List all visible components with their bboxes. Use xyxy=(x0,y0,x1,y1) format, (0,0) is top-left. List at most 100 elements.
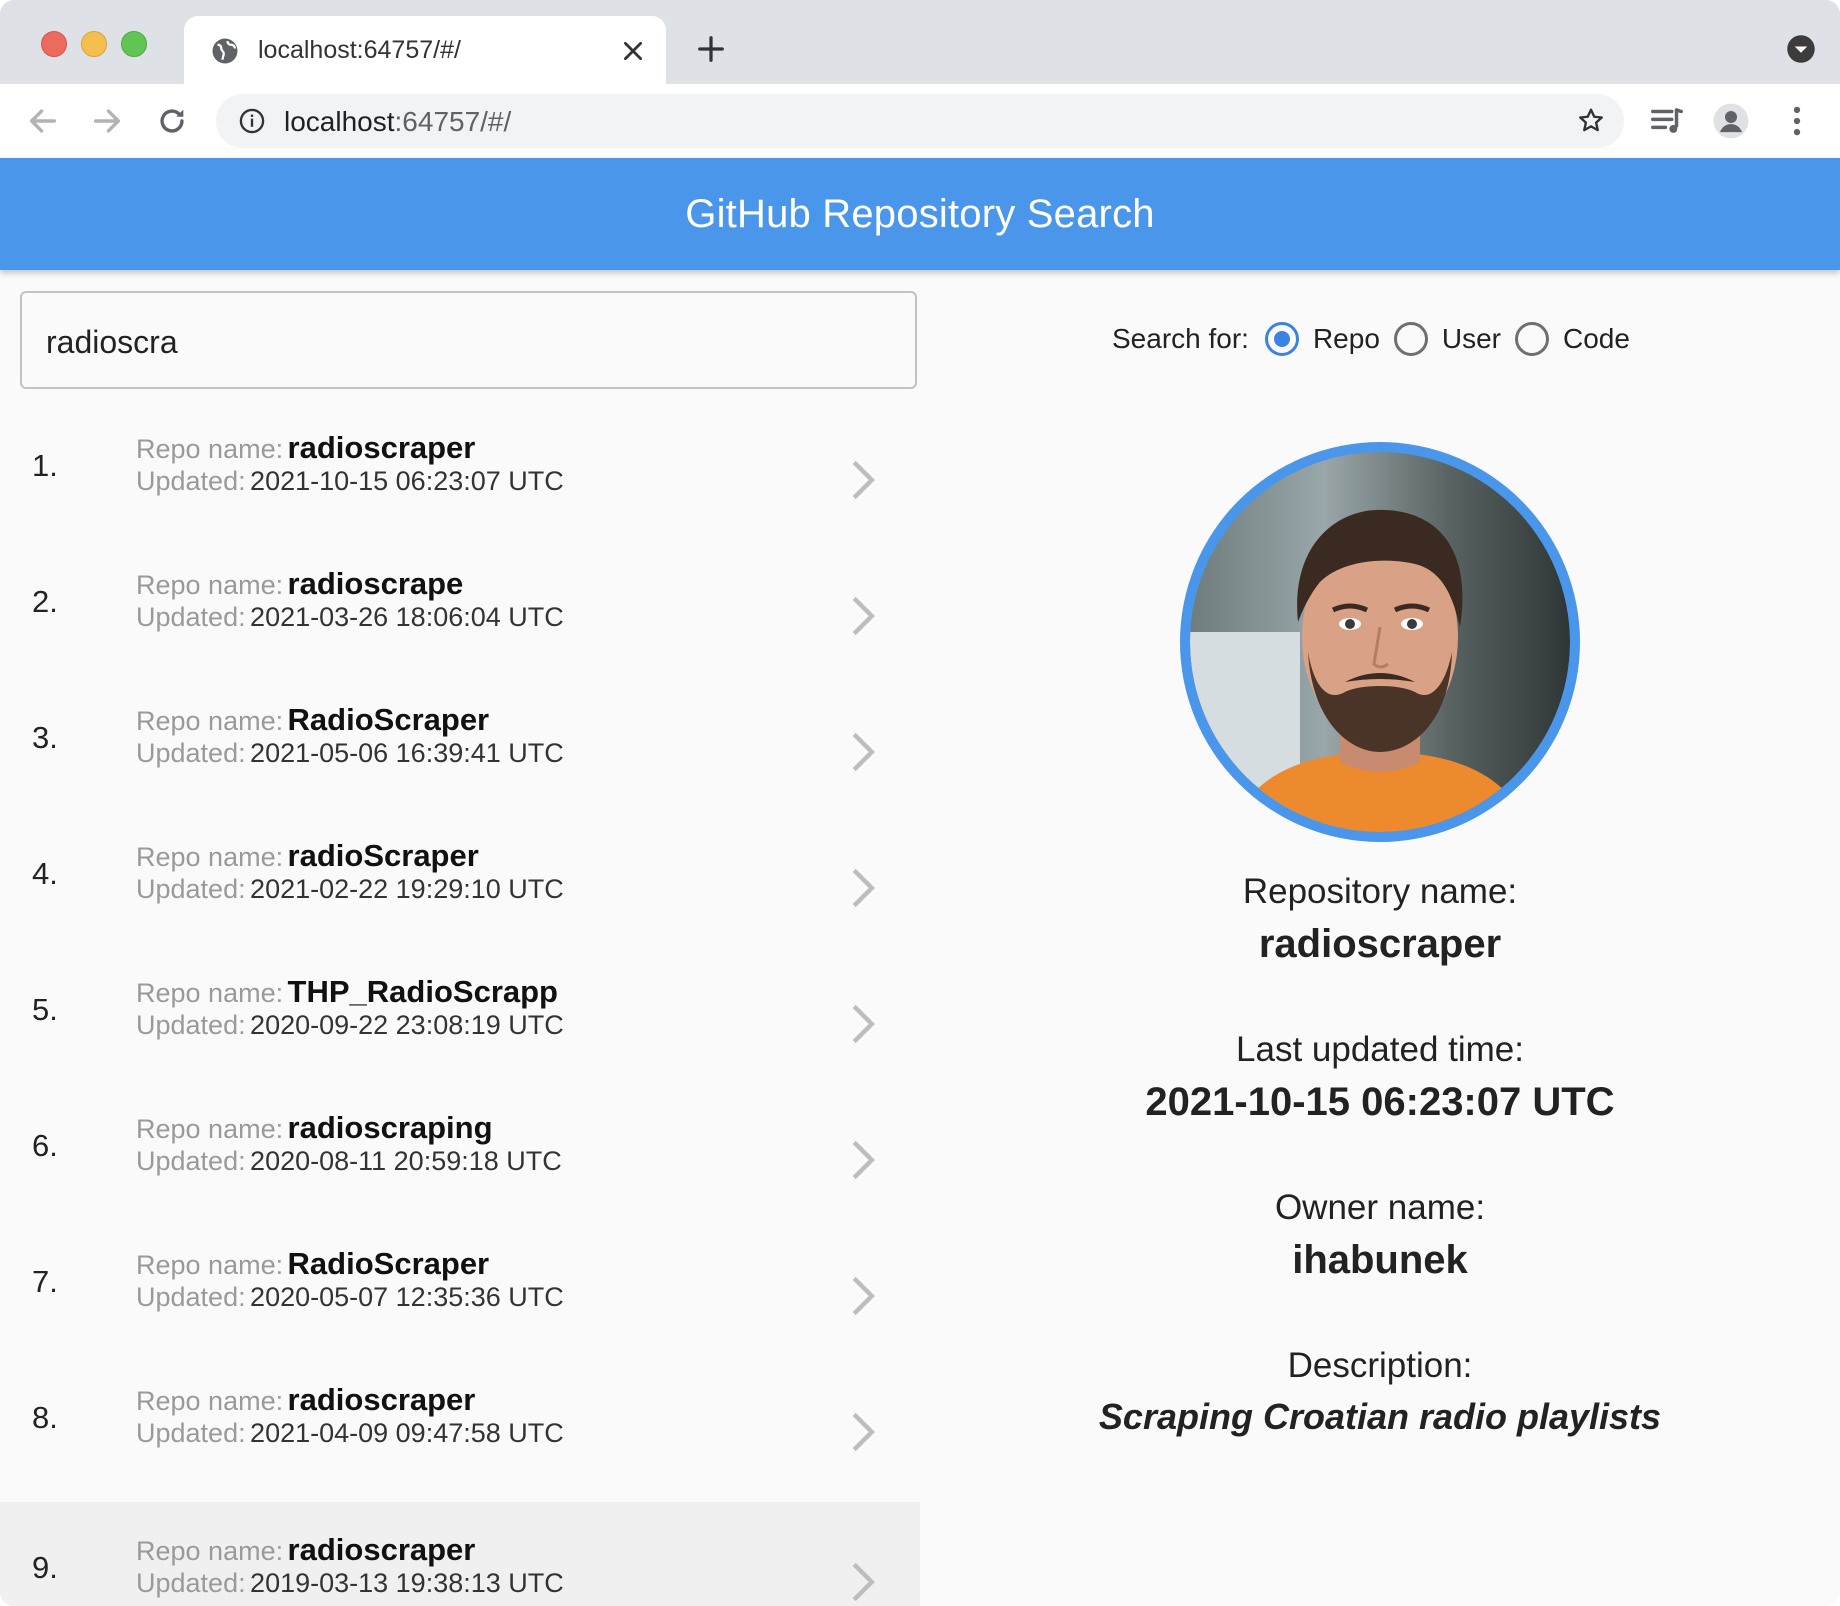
repo-name: THP_RadioScrapp xyxy=(287,974,558,1009)
repo-name: radioscraping xyxy=(287,1110,493,1145)
info-icon[interactable] xyxy=(238,107,266,135)
repository-name-block: Repository name: radioscraper xyxy=(1060,872,1700,967)
radio-code[interactable]: Code xyxy=(1515,322,1630,356)
chevron-right-icon xyxy=(852,1412,875,1452)
profile-avatar-icon[interactable] xyxy=(1712,102,1750,140)
result-item-7[interactable]: 7. Repo name: RadioScraper Updated: 2020… xyxy=(0,1216,920,1352)
result-item-5[interactable]: 5. Repo name: THP_RadioScrapp Updated: 2… xyxy=(0,944,920,1080)
result-number: 8. xyxy=(32,1400,58,1435)
radio-label: Code xyxy=(1563,323,1630,354)
app-title: GitHub Repository Search xyxy=(685,191,1155,236)
result-item-2[interactable]: 2. Repo name: radioscrape Updated: 2021-… xyxy=(0,536,920,672)
browser-tab[interactable]: localhost:64757/#/ xyxy=(184,16,666,84)
last-updated-block: Last updated time: 2021-10-15 06:23:07 U… xyxy=(1060,1030,1700,1125)
forward-arrow-icon[interactable] xyxy=(90,104,124,138)
repo-name: radioscraper xyxy=(287,1532,476,1567)
radio-user[interactable]: User xyxy=(1393,322,1501,356)
updated-value: 2020-08-11 20:59:18 UTC xyxy=(250,1146,562,1176)
back-arrow-icon[interactable] xyxy=(26,104,60,138)
updated-value: 2019-03-13 19:38:13 UTC xyxy=(250,1568,564,1598)
repo-name: radioscrape xyxy=(287,566,464,601)
updated-label: Updated: xyxy=(136,1146,246,1176)
maximize-window-button[interactable] xyxy=(121,31,147,57)
result-number: 6. xyxy=(32,1128,58,1163)
repo-name-label: Repo name: xyxy=(136,434,284,464)
search-input[interactable] xyxy=(44,319,888,365)
repo-name: radioScraper xyxy=(287,838,479,873)
chevron-right-icon xyxy=(852,1276,875,1316)
close-window-button[interactable] xyxy=(41,31,67,57)
owner-name-label: Owner name: xyxy=(1274,1188,1486,1227)
owner-avatar xyxy=(1180,442,1580,842)
result-item-3[interactable]: 3. Repo name: RadioScraper Updated: 2021… xyxy=(0,672,920,808)
address-bar[interactable]: localhost:64757/#/ xyxy=(216,94,1624,148)
repo-name: RadioScraper xyxy=(287,1246,490,1281)
search-field[interactable] xyxy=(20,291,917,389)
chevron-right-icon xyxy=(852,868,875,908)
updated-value: 2020-09-22 23:08:19 UTC xyxy=(250,1010,564,1040)
result-number: 5. xyxy=(32,992,58,1027)
media-controls-icon[interactable] xyxy=(1648,102,1686,140)
updated-value: 2021-10-15 06:23:07 UTC xyxy=(250,466,564,496)
chevron-right-icon xyxy=(852,1004,875,1044)
repo-name-label: Repo name: xyxy=(136,1536,284,1566)
result-item-4[interactable]: 4. Repo name: radioScraper Updated: 2021… xyxy=(0,808,920,944)
radio-button[interactable] xyxy=(1393,322,1428,356)
browser-toolbar: localhost:64757/#/ xyxy=(0,84,1840,159)
updated-label: Updated: xyxy=(136,738,246,768)
updated-value: 2021-02-22 19:29:10 UTC xyxy=(250,874,564,904)
updated-value: 2021-03-26 18:06:04 UTC xyxy=(250,602,564,632)
result-list: 1. Repo name: radioscraper Updated: 2021… xyxy=(0,400,920,1606)
repo-name-label: Repo name: xyxy=(136,1114,284,1144)
result-number: 7. xyxy=(32,1264,58,1299)
description-label: Description: xyxy=(1287,1346,1473,1385)
repo-name-label: Repo name: xyxy=(136,706,284,736)
repository-name-label: Repository name: xyxy=(1242,872,1518,911)
updated-label: Updated: xyxy=(136,1418,246,1448)
repo-name: radioscraper xyxy=(287,430,476,465)
updated-value: 2020-05-07 12:35:36 UTC xyxy=(250,1282,564,1312)
reload-icon[interactable] xyxy=(155,104,189,138)
new-tab-plus-icon[interactable] xyxy=(696,34,726,64)
result-number: 3. xyxy=(32,720,58,755)
search-for-label: Search for: xyxy=(1112,323,1249,354)
result-number: 4. xyxy=(32,856,58,891)
last-updated-label: Last updated time: xyxy=(1236,1030,1524,1069)
repo-name-label: Repo name: xyxy=(136,1250,284,1280)
radio-label: Repo xyxy=(1312,323,1380,354)
tab-search-chevron-icon[interactable] xyxy=(1786,34,1816,64)
url-text: localhost:64757/#/ xyxy=(284,106,511,138)
result-item-6[interactable]: 6. Repo name: radioscraping Updated: 202… xyxy=(0,1080,920,1216)
result-item-1[interactable]: 1. Repo name: radioscraper Updated: 2021… xyxy=(0,400,920,536)
tab-strip: localhost:64757/#/ xyxy=(0,0,1840,84)
more-vertical-icon[interactable] xyxy=(1778,102,1816,140)
close-icon[interactable] xyxy=(620,38,646,64)
chevron-right-icon xyxy=(852,460,875,500)
radio-button-selected[interactable] xyxy=(1264,322,1299,356)
result-item-9[interactable]: 9. Repo name: radioscraper Updated: 2019… xyxy=(0,1502,920,1606)
chevron-right-icon xyxy=(852,1140,875,1180)
repo-name: RadioScraper xyxy=(287,702,490,737)
result-item-8[interactable]: 8. Repo name: radioscraper Updated: 2021… xyxy=(0,1352,920,1488)
result-number: 1. xyxy=(32,448,58,483)
owner-name-block: Owner name: ihabunek xyxy=(1060,1188,1700,1283)
description-value: Scraping Croatian radio playlists xyxy=(1098,1396,1662,1437)
updated-label: Updated: xyxy=(136,602,246,632)
chevron-right-icon xyxy=(852,596,875,636)
star-bookmark-icon[interactable] xyxy=(1576,106,1606,136)
url-host: localhost xyxy=(284,106,395,137)
updated-value: 2021-04-09 09:47:58 UTC xyxy=(250,1418,564,1448)
radio-button[interactable] xyxy=(1515,322,1550,356)
repo-name-label: Repo name: xyxy=(136,842,284,872)
updated-label: Updated: xyxy=(136,466,246,496)
browser-window: localhost:64757/#/ localhost:64757/#/ Gi… xyxy=(0,0,1840,1606)
chevron-right-icon xyxy=(852,732,875,772)
repo-name-label: Repo name: xyxy=(136,978,284,1008)
owner-photo xyxy=(1190,452,1570,832)
last-updated-value: 2021-10-15 06:23:07 UTC xyxy=(1145,1080,1615,1124)
updated-label: Updated: xyxy=(136,1282,246,1312)
updated-label: Updated: xyxy=(136,1568,246,1598)
radio-repo[interactable]: Repo xyxy=(1264,322,1380,356)
minimize-window-button[interactable] xyxy=(81,31,107,57)
owner-name-value: ihabunek xyxy=(1292,1238,1468,1282)
